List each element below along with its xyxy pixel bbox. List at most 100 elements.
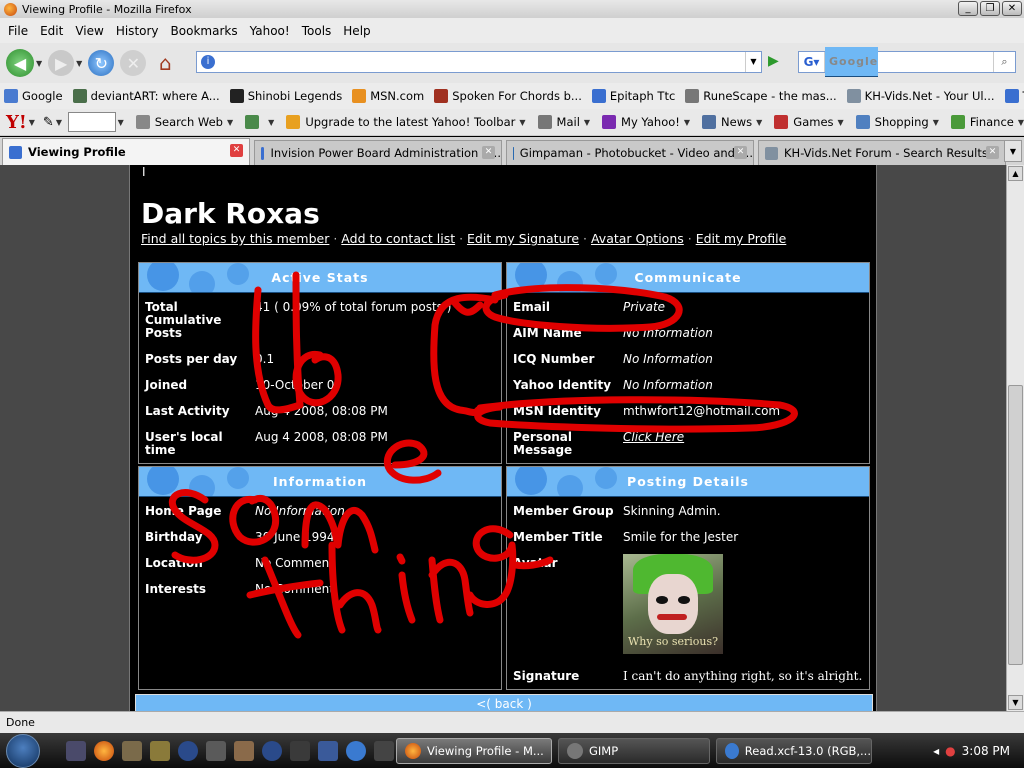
pencil-dropdown[interactable]: ▼ [56, 118, 62, 127]
go-button[interactable]: ▶ [768, 53, 786, 71]
url-bar[interactable]: i ▼ [196, 51, 762, 73]
chevron-down-icon[interactable]: ▼ [584, 118, 590, 127]
menu-tools[interactable]: Tools [296, 24, 338, 38]
yahoo-item-news[interactable]: News ▼ [702, 115, 762, 129]
menu-edit[interactable]: Edit [34, 24, 69, 38]
bookmark-deviantart-where-a[interactable]: deviantART: where A... [72, 89, 220, 103]
home-button[interactable]: ⌂ [152, 50, 178, 76]
tab-2[interactable]: Invision Power Board Administration C...… [254, 140, 502, 165]
tab-1[interactable]: Viewing Profile ✕ [2, 138, 250, 165]
bookmark-shinobi-legends[interactable]: Shinobi Legends [229, 89, 342, 103]
forward-history-dropdown[interactable]: ▼ [76, 59, 82, 68]
tray-app-icon[interactable]: ● [945, 744, 955, 758]
find-topics-link[interactable]: Find all topics by this member [141, 231, 329, 246]
bookmark-runescape-the-mas[interactable]: RuneScape - the mas... [685, 89, 837, 103]
back-link-button[interactable]: <( back ) [135, 694, 873, 711]
personal-message-link[interactable]: Click Here [623, 431, 684, 457]
firefox-quicklaunch-icon[interactable] [94, 741, 114, 761]
word-icon[interactable] [318, 741, 338, 761]
yahoo-item-my-yahoo[interactable]: My Yahoo! ▼ [602, 115, 690, 129]
ie-icon[interactable] [346, 741, 366, 761]
google-engine-icon[interactable]: G▾ [799, 52, 825, 72]
close-tab-icon[interactable]: ✕ [230, 144, 243, 157]
paint-icon[interactable] [122, 741, 142, 761]
yahoo-logo[interactable]: Y! [6, 112, 27, 133]
chevron-down-icon[interactable]: ▼ [227, 118, 233, 127]
yahoo-item-mail[interactable]: Mail ▼ [537, 115, 590, 129]
bookmark-msn-com[interactable]: MSN.com [352, 89, 424, 103]
yahoo-item-games[interactable]: Games ▼ [774, 115, 844, 129]
scroll-up-arrow[interactable]: ▲ [1008, 166, 1023, 181]
close-button[interactable]: ✕ [1002, 1, 1022, 16]
tab-4[interactable]: KH-Vids.Net Forum - Search Results ✕ [758, 140, 1006, 165]
maximize-button[interactable]: ❐ [980, 1, 1000, 16]
edit-profile-link[interactable]: Edit my Profile [696, 231, 787, 246]
scroll-down-arrow[interactable]: ▼ [1008, 695, 1023, 710]
menu-bar: File Edit View History Bookmarks Yahoo! … [0, 18, 1024, 43]
pencil-icon[interactable]: ✎ [43, 115, 54, 130]
search-box[interactable]: G▾ Google ⌕ [798, 47, 1016, 77]
yahoo-item-shield-icon[interactable]: ▼ [245, 115, 274, 129]
back-history-dropdown[interactable]: ▼ [36, 59, 42, 68]
chevron-down-icon[interactable]: ▼ [933, 118, 939, 127]
back-button[interactable]: ◀ [6, 49, 34, 77]
bookmark-google[interactable]: Google [4, 89, 63, 103]
url-history-dropdown[interactable]: ▼ [745, 52, 761, 72]
yahoo-item-search-web[interactable]: Search Web ▼ [135, 115, 233, 129]
menu-file[interactable]: File [2, 24, 34, 38]
stop-button[interactable]: ✕ [120, 50, 147, 76]
close-tab-icon[interactable]: ✕ [986, 146, 999, 159]
window-switch-icon[interactable] [374, 741, 394, 761]
chevron-down-icon[interactable]: ▼ [838, 118, 844, 127]
chevron-down-icon[interactable]: ▼ [519, 118, 525, 127]
yahoo-item-finance[interactable]: Finance ▼ [950, 115, 1024, 129]
quicklaunch-icon[interactable] [150, 741, 170, 761]
play-icon[interactable] [262, 741, 282, 761]
chevron-down-icon[interactable]: ▼ [1018, 118, 1024, 127]
search-icon[interactable]: ⌕ [993, 52, 1015, 72]
minimize-button[interactable]: _ [958, 1, 978, 16]
search-input[interactable]: Google [825, 47, 879, 77]
edit-signature-link[interactable]: Edit my Signature [467, 231, 579, 246]
yahoo-menu-dropdown[interactable]: ▼ [29, 118, 35, 127]
quicklaunch-icon[interactable] [234, 741, 254, 761]
task-firefox[interactable]: Viewing Profile - M... [396, 738, 552, 764]
yahoo-search-input[interactable] [67, 112, 116, 132]
gimp-quicklaunch-icon[interactable] [206, 741, 226, 761]
menu-yahoo[interactable]: Yahoo! [244, 24, 296, 38]
vertical-scrollbar[interactable]: ▲ ▼ [1006, 165, 1024, 711]
add-contact-link[interactable]: Add to contact list [341, 231, 455, 246]
scroll-thumb[interactable] [1008, 385, 1023, 665]
task-gimp[interactable]: GIMP [558, 738, 710, 764]
stat-label: Total Cumulative Posts [145, 300, 222, 340]
forward-button[interactable]: ▶ [48, 50, 75, 76]
tray-expand-icon[interactable]: ◂ [933, 744, 939, 758]
site-info-icon[interactable]: i [201, 55, 215, 69]
tab-3[interactable]: Gimpaman - Photobucket - Video and I... ✕ [506, 140, 754, 165]
show-desktop-icon[interactable] [66, 741, 86, 761]
quicklaunch-icon[interactable] [290, 741, 310, 761]
bookmark-spoken-for-chords-b[interactable]: Spoken For Chords b... [434, 89, 582, 103]
chevron-down-icon[interactable]: ▼ [684, 118, 690, 127]
chevron-down-icon[interactable]: ▼ [268, 118, 274, 127]
close-tab-icon[interactable]: ✕ [734, 146, 747, 159]
start-orb-button[interactable] [6, 734, 40, 768]
bookmark-kh-vids-net-your-ul[interactable]: KH-Vids.Net - Your Ul... [846, 89, 995, 103]
bookmark-epitaph-ttc[interactable]: Epitaph Ttc [591, 89, 675, 103]
bookmark-label: Google [22, 89, 63, 103]
media-icon[interactable] [178, 741, 198, 761]
menu-help[interactable]: Help [337, 24, 376, 38]
menu-history[interactable]: History [110, 24, 165, 38]
bookmark-teens-midnight[interactable]: Teens' Midnight [1004, 89, 1024, 103]
avatar-options-link[interactable]: Avatar Options [591, 231, 684, 246]
clock[interactable]: 3:08 PM [962, 744, 1010, 758]
tab-list-button[interactable]: ▼ [1004, 140, 1022, 162]
chevron-down-icon[interactable]: ▼ [756, 118, 762, 127]
yahoo-item-shopping[interactable]: Shopping ▼ [855, 115, 939, 129]
menu-view[interactable]: View [69, 24, 109, 38]
close-tab-icon[interactable]: ✕ [482, 146, 495, 159]
yahoo-item-upgrade-to-the-latest-yahoo-toolbar[interactable]: Upgrade to the latest Yahoo! Toolbar ▼ [286, 115, 526, 129]
task-read-xcf[interactable]: Read.xcf-13.0 (RGB,... [716, 738, 872, 764]
reload-button[interactable]: ↻ [88, 50, 115, 76]
menu-bookmarks[interactable]: Bookmarks [165, 24, 244, 38]
